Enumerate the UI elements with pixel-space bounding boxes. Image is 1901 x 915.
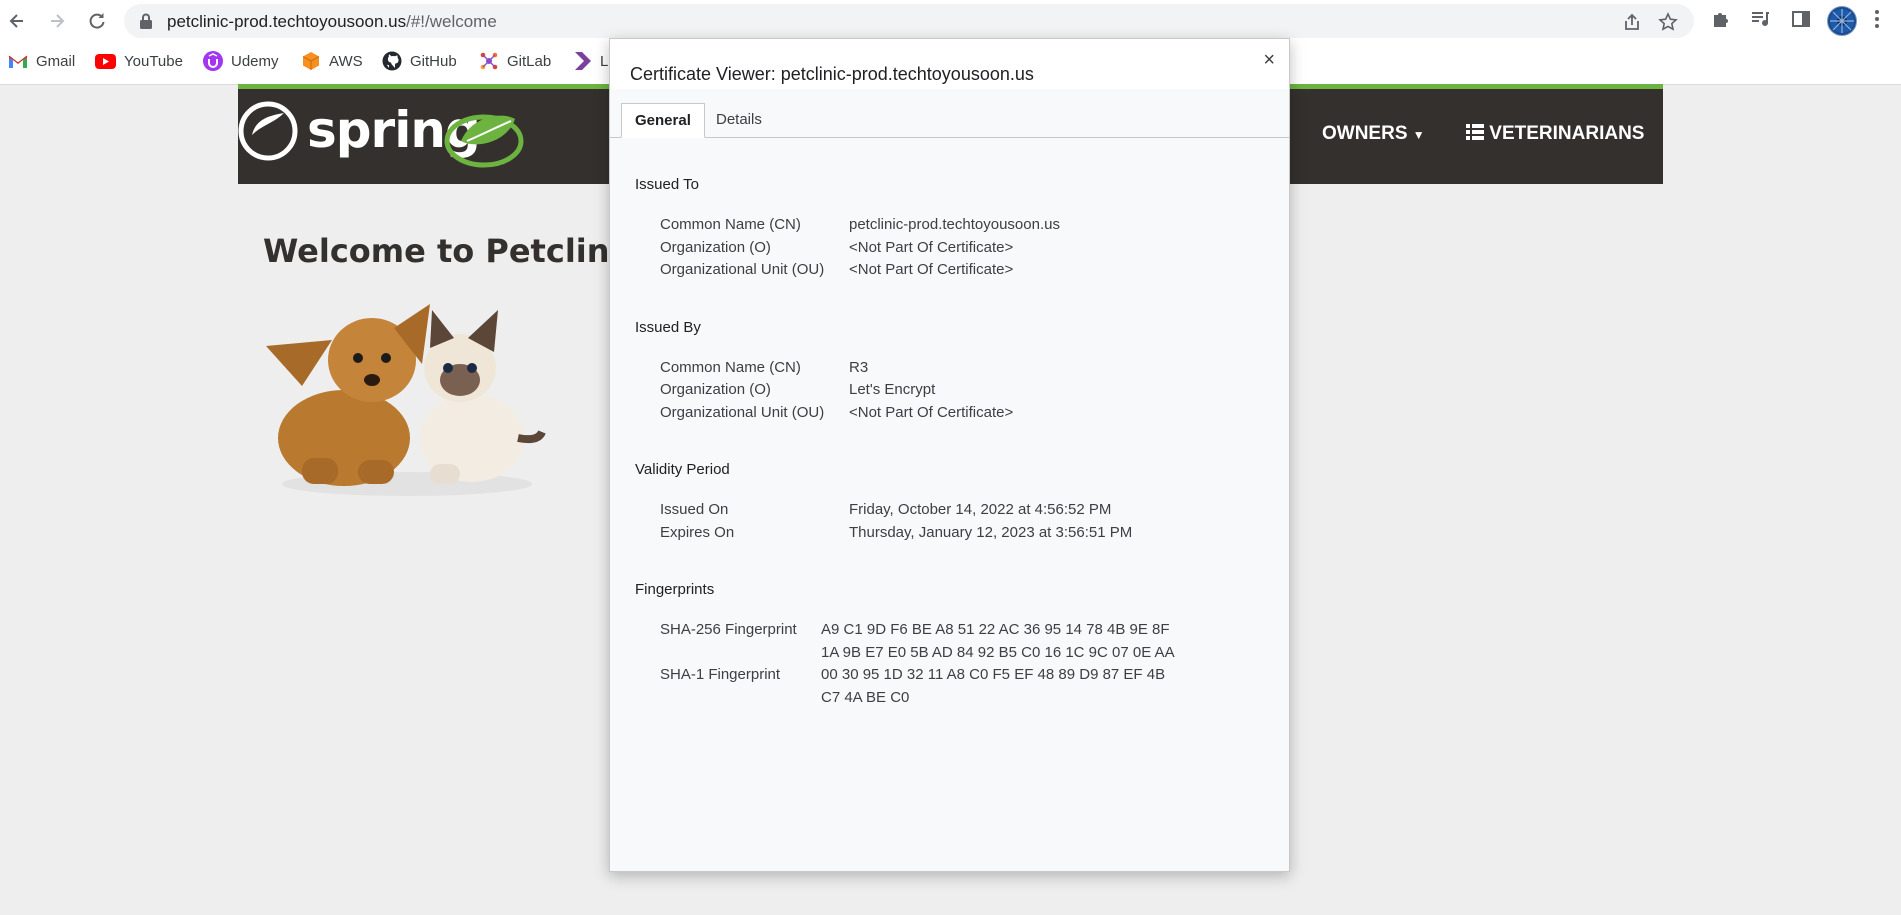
bookmark-chevron-icon — [575, 52, 591, 70]
pets-image — [266, 304, 546, 496]
field-label: Common Name (CN) — [660, 216, 801, 233]
arrow-left-icon — [9, 14, 23, 28]
media-control-icon[interactable] — [1750, 9, 1770, 29]
bookmark-label: AWS — [329, 52, 363, 70]
sha256-value-line2: 1A 9B E7 E0 5B AD 84 92 B5 C0 16 1C 9C 0… — [821, 644, 1175, 661]
reload-button[interactable] — [83, 7, 111, 35]
back-button[interactable] — [3, 7, 31, 35]
list-icon — [1466, 124, 1484, 140]
url-path: /#!/welcome — [406, 12, 497, 31]
avatar-icon — [1830, 9, 1854, 33]
udemy-icon — [203, 51, 223, 71]
field-label: Organizational Unit (OU) — [660, 404, 825, 421]
field-value: petclinic-prod.techtoyousoon.us — [849, 216, 1060, 233]
bookmark-l[interactable]: L — [574, 48, 608, 74]
bookmark-label: Gmail — [36, 52, 76, 70]
gitlab-icon — [480, 52, 498, 70]
bookmark-aws[interactable]: AWS — [301, 48, 363, 74]
dialog-tabs: General Details — [610, 103, 1289, 138]
sha1-value-line2: C7 4A BE C0 — [821, 689, 910, 706]
side-panel-icon[interactable] — [1791, 9, 1811, 29]
field-value: Let's Encrypt — [849, 381, 936, 398]
close-icon[interactable]: × — [1263, 49, 1275, 72]
certificate-viewer-dialog: Certificate Viewer: petclinic-prod.techt… — [609, 38, 1290, 872]
field-label: SHA-256 Fingerprint — [660, 621, 797, 638]
url-text[interactable]: petclinic-prod.techtoyousoon.us/#!/welco… — [167, 12, 497, 32]
validity-heading: Validity Period — [635, 461, 730, 478]
owners-label: OWNERS — [1322, 123, 1408, 144]
share-icon[interactable] — [1622, 12, 1642, 32]
bookmark-star-icon[interactable] — [1658, 12, 1678, 32]
bookmark-label: GitHub — [410, 52, 457, 70]
field-label: Expires On — [660, 524, 735, 541]
field-value: <Not Part Of Certificate> — [849, 261, 1014, 278]
field-label: Organizational Unit (OU) — [660, 261, 825, 278]
dialog-header: Certificate Viewer: petclinic-prod.techt… — [610, 39, 1289, 89]
owners-menu[interactable]: OWNERS ▼ — [1322, 123, 1425, 145]
gmail-icon — [8, 55, 28, 68]
bookmark-gitlab[interactable]: GitLab — [479, 48, 551, 74]
address-bar[interactable]: petclinic-prod.techtoyousoon.us/#!/welco… — [124, 4, 1694, 38]
field-label: Issued On — [660, 501, 729, 518]
issued-by-heading: Issued By — [635, 319, 701, 336]
field-label: Organization (O) — [660, 381, 771, 398]
field-value: Thursday, January 12, 2023 at 3:56:51 PM — [849, 524, 1133, 541]
veterinarians-label: VETERINARIANS — [1489, 123, 1645, 144]
bookmark-gmail[interactable]: Gmail — [8, 48, 75, 74]
dialog-title: Certificate Viewer: petclinic-prod.techt… — [630, 64, 1034, 84]
lock-icon[interactable] — [139, 13, 153, 29]
forward-button[interactable] — [43, 7, 71, 35]
caret-down-icon: ▼ — [1412, 128, 1425, 142]
sha256-value-line1: A9 C1 9D F6 BE A8 51 22 AC 36 95 14 78 4… — [821, 621, 1170, 638]
fingerprints-heading: Fingerprints — [635, 581, 715, 598]
sha1-value-line1: 00 30 95 1D 32 11 A8 C0 F5 EF 48 89 D9 8… — [821, 666, 1166, 683]
bookmark-github[interactable]: GitHub — [382, 48, 457, 74]
bookmark-label: L — [600, 52, 609, 70]
tab-general[interactable]: General — [621, 103, 705, 138]
field-value: <Not Part Of Certificate> — [849, 404, 1014, 421]
bookmark-udemy[interactable]: Udemy — [203, 48, 279, 74]
veterinarians-link[interactable]: VETERINARIANS — [1466, 123, 1644, 145]
bookmark-label: YouTube — [124, 52, 183, 70]
petclinic-leaf-icon — [444, 114, 524, 168]
youtube-icon — [95, 53, 116, 69]
bookmark-label: GitLab — [507, 52, 552, 70]
reload-icon — [89, 13, 105, 29]
url-host: petclinic-prod.techtoyousoon.us — [167, 12, 407, 31]
profile-avatar[interactable] — [1827, 6, 1857, 36]
field-value: Friday, October 14, 2022 at 4:56:52 PM — [849, 501, 1112, 518]
github-icon — [382, 51, 402, 71]
arrow-right-icon — [51, 14, 65, 28]
aws-icon — [302, 52, 320, 70]
field-label: Common Name (CN) — [660, 359, 801, 376]
bookmark-youtube[interactable]: YouTube — [95, 48, 183, 74]
tab-details[interactable]: Details — [703, 103, 775, 136]
field-label: Organization (O) — [660, 239, 771, 256]
bookmark-label: Udemy — [231, 52, 279, 70]
field-label: SHA-1 Fingerprint — [660, 666, 781, 683]
field-value: <Not Part Of Certificate> — [849, 239, 1014, 256]
more-menu-icon[interactable] — [1874, 9, 1880, 29]
field-value: R3 — [849, 359, 869, 376]
issued-to-heading: Issued To — [635, 176, 699, 193]
spring-logo-icon[interactable] — [238, 101, 298, 161]
extensions-puzzle-icon[interactable] — [1711, 9, 1731, 29]
page-title: Welcome to Petclinic — [263, 232, 640, 270]
